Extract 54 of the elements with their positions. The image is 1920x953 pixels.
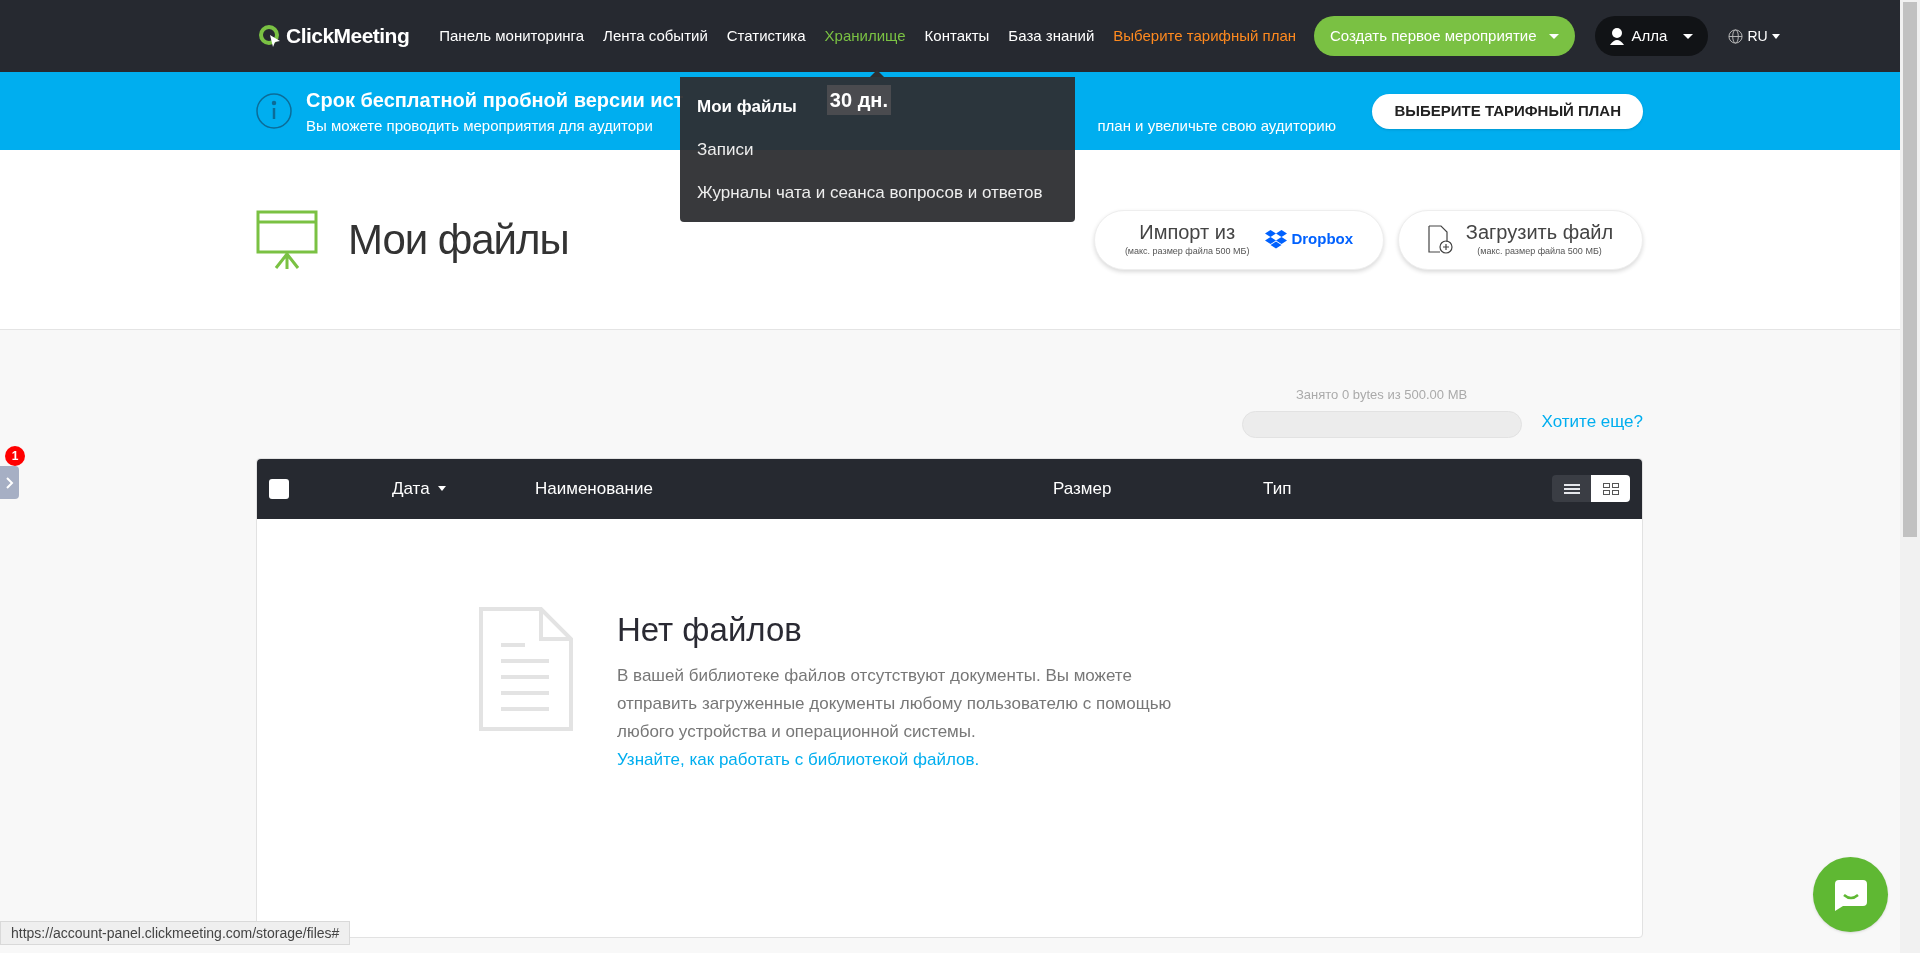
nav-link[interactable]: Контакты [924, 24, 990, 48]
empty-state-title: Нет файлов [617, 609, 803, 650]
nav-link[interactable]: Лента событий [603, 24, 708, 48]
import-label: Импорт из [1139, 220, 1236, 246]
user-menu-button[interactable]: Алла [1594, 16, 1709, 56]
logo-text[interactable]: ClickMeeting [286, 20, 410, 52]
nav-link[interactable]: База знаний [1008, 24, 1095, 48]
dropbox-label: Dropbox [1291, 229, 1354, 250]
nav-link[interactable]: Хранилище [824, 24, 906, 48]
dropbox-logo-icon [1265, 229, 1288, 250]
grid-view-icon [1602, 482, 1619, 495]
nav-link[interactable]: Статистика [726, 24, 806, 48]
nav-link[interactable]: Выберите тарифный план [1113, 24, 1296, 48]
dropbox-import-button[interactable]: Импорт из (макс. размер файла 500 МБ) Dropbox [1094, 209, 1384, 270]
globe-icon [1728, 28, 1744, 44]
logo-icon [258, 24, 282, 48]
dropdown-menu-item[interactable]: Записи [680, 128, 771, 171]
column-header[interactable]: Размер [1053, 475, 1263, 502]
chevron-right-icon [5, 476, 14, 489]
banner-text: Вы можете проводить мероприятия для аудитори [306, 115, 653, 136]
presentation-board-icon [256, 209, 318, 270]
banner-text: план и увеличьте свою аудиторию [1097, 115, 1336, 136]
caret-icon [1548, 33, 1559, 39]
nav-link[interactable]: Панель мониторинга [439, 24, 585, 48]
select-all-checkbox[interactable] [269, 478, 289, 499]
view-toggle-button[interactable] [1552, 475, 1591, 502]
banner-title: 30 дн. [826, 84, 891, 115]
column-header[interactable]: Дата [392, 475, 512, 502]
notification-badge: 1 [5, 446, 25, 466]
file-size-note: (макс. размер файла 500 МБ) [1124, 245, 1250, 259]
view-toggle-button[interactable] [1591, 475, 1630, 502]
caret-icon [1683, 33, 1694, 39]
document-icon [479, 606, 573, 731]
file-add-icon [1427, 224, 1454, 255]
file-size-note: (макс. размер файла 500 МБ) [1477, 245, 1602, 259]
caret-icon [1771, 33, 1780, 39]
list-view-icon [1563, 483, 1580, 494]
upload-label: Загрузить файл [1465, 220, 1614, 246]
choose-plan-button[interactable]: ВЫБЕРИТЕ ТАРИФНЫЙ ПЛАН [1372, 93, 1643, 129]
empty-state-description: В вашей библиотеке файлов отсутствуют документы. Вы можете отправить загруженные документы любому пользователю с помощью любого устройства и операционной системы. Узнайте, как работать с библиотекой файлов. [617, 665, 1173, 771]
dropdown-menu-item[interactable]: Мои файлы [680, 85, 814, 128]
user-silhouette-icon [1609, 27, 1624, 45]
status-bar-url: https://account-panel.clickmeeting.com/storage/files# [0, 921, 351, 945]
chat-bubble-icon [1832, 877, 1869, 912]
language-button[interactable]: RU [1728, 25, 1780, 47]
column-header[interactable]: Тип [1263, 475, 1363, 502]
column-header[interactable]: Наименование [535, 475, 1053, 502]
info-icon [256, 93, 292, 129]
storage-usage-text: Занято 0 bytes из 500.00 MB [1295, 386, 1468, 404]
upload-file-button[interactable]: Загрузить файл (макс. размер файла 500 МБ) [1398, 209, 1643, 270]
scrollbar-thumb[interactable] [1903, 2, 1917, 537]
sort-caret-icon [437, 486, 446, 491]
page-title: Мои файлы [348, 215, 569, 265]
dropdown-menu-item[interactable]: Журналы чата и сеанса вопросов и ответов [680, 171, 1060, 214]
